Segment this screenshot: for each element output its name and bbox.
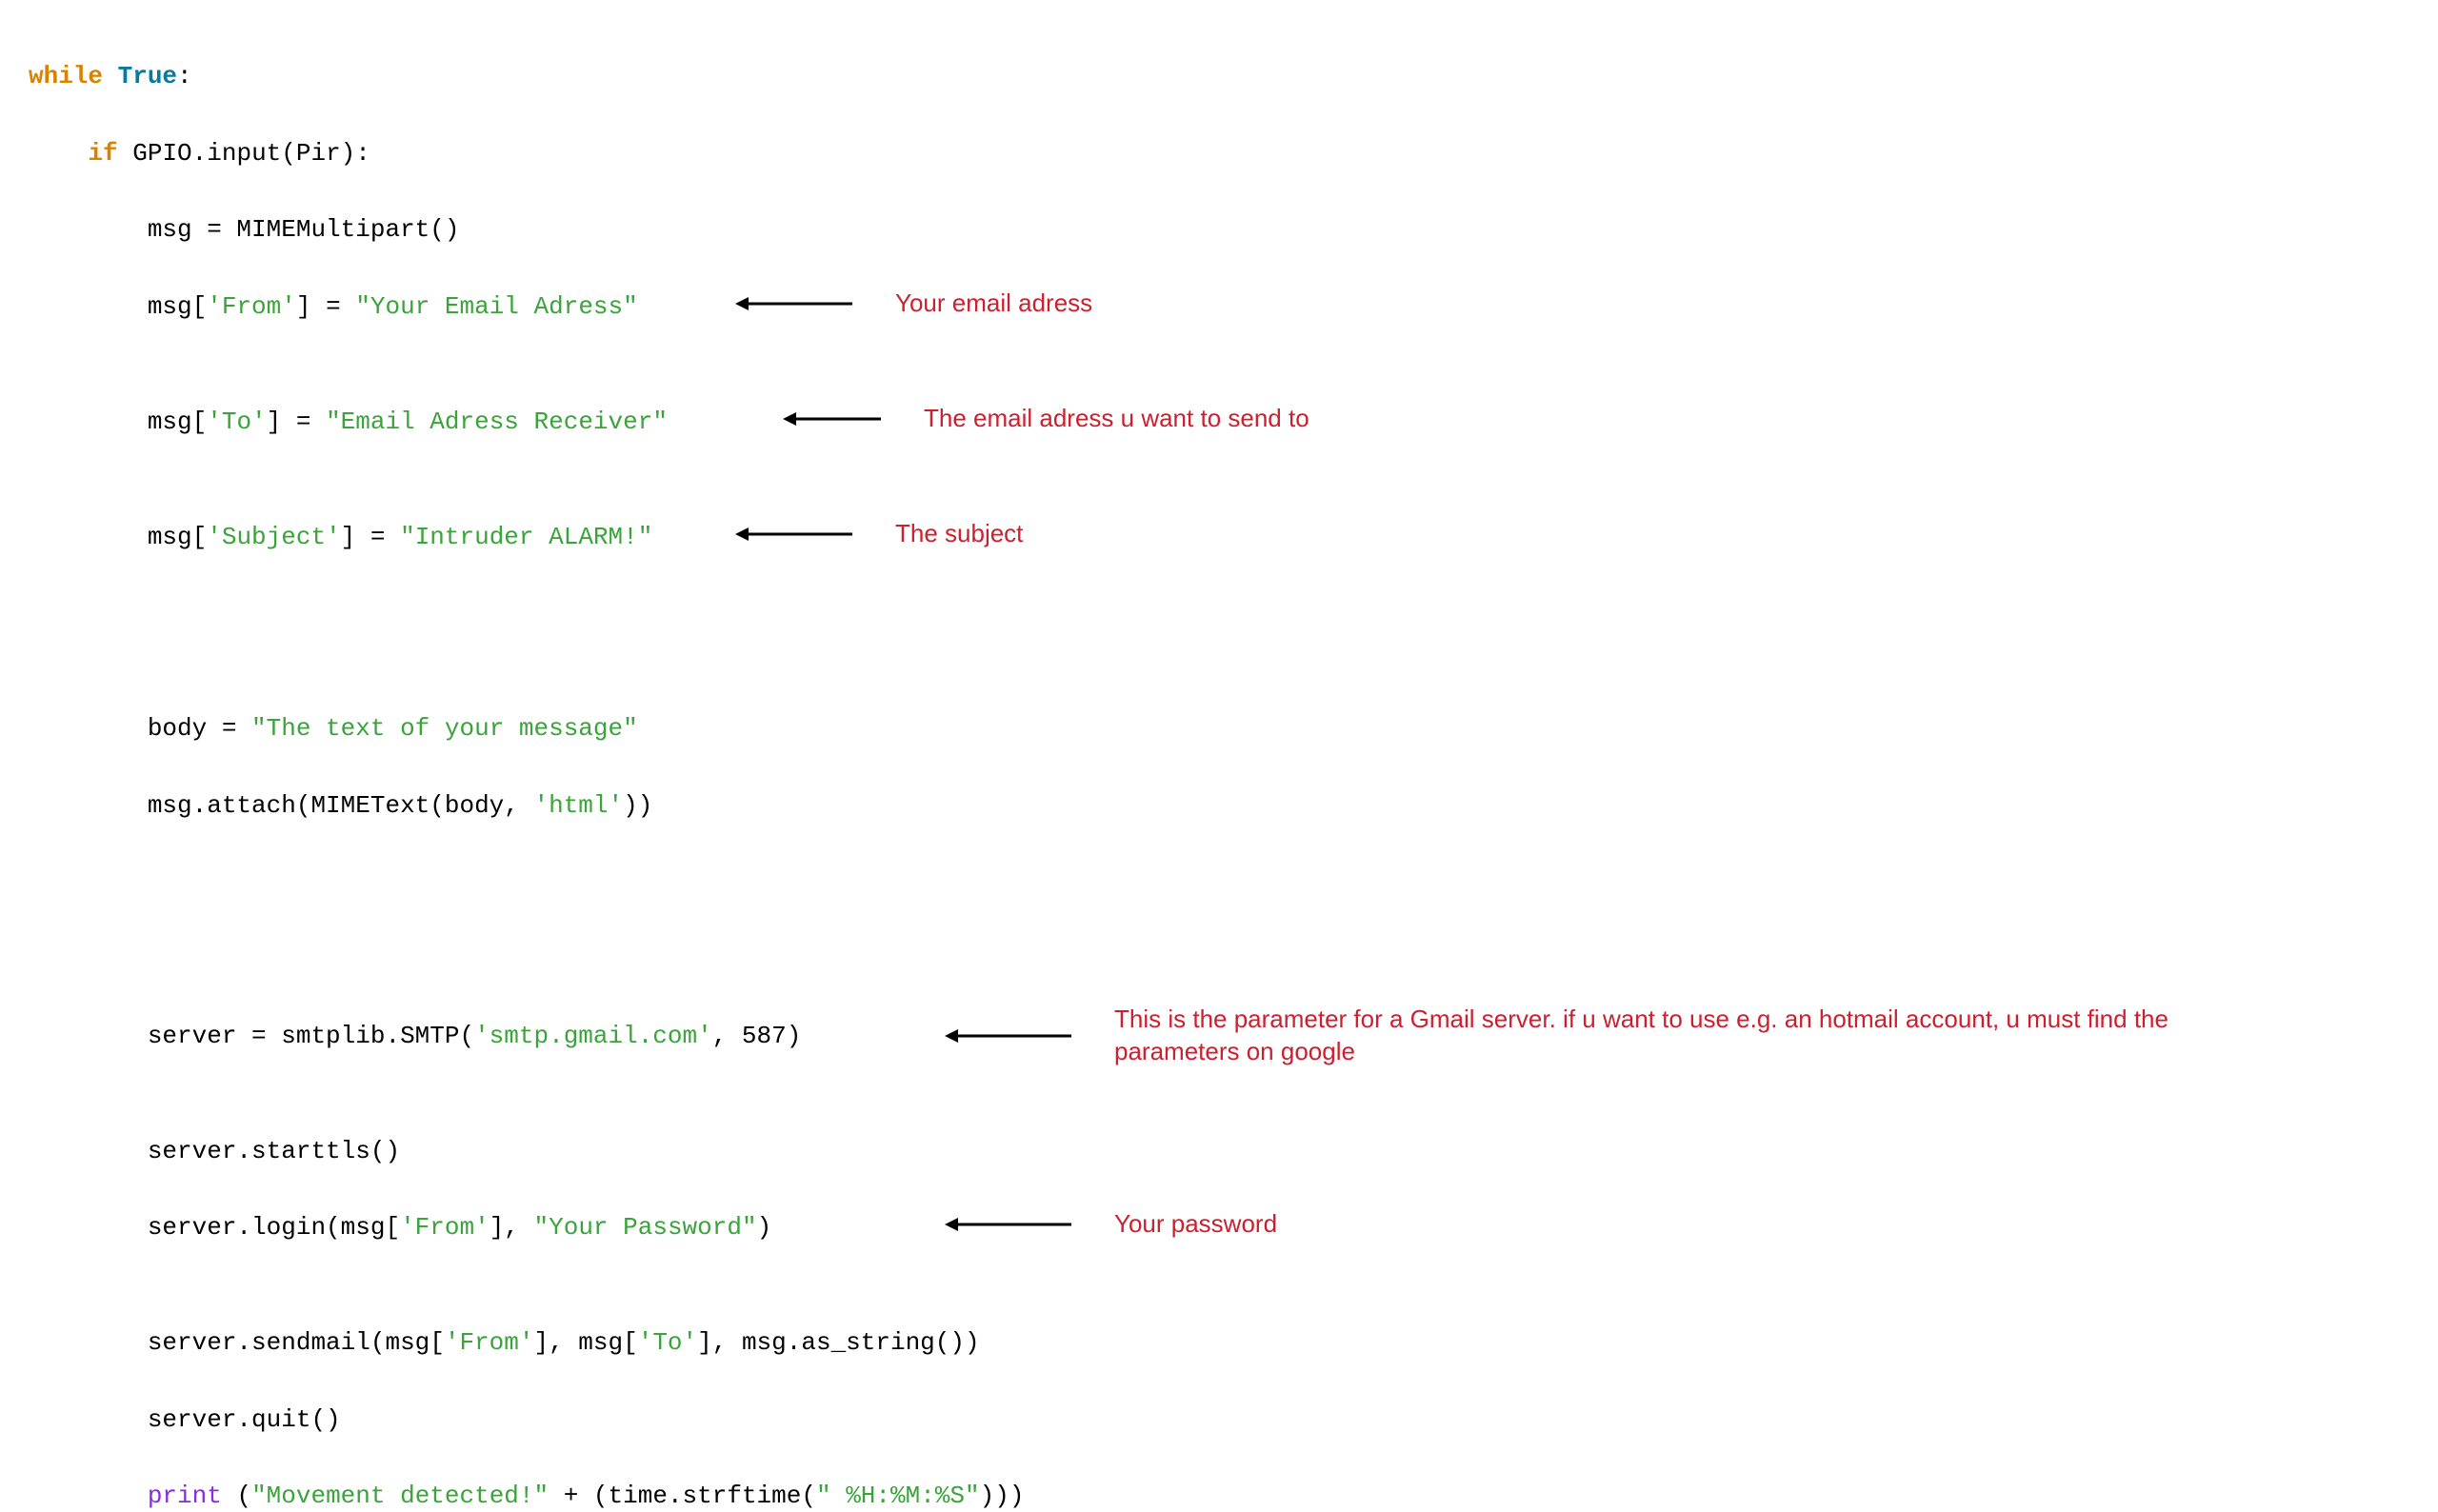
- code-line: server.quit(): [29, 1401, 2409, 1439]
- arrow-icon: [781, 408, 886, 430]
- code-line: msg['To'] = "Email Adress Receiver" The …: [29, 403, 2409, 480]
- code-block: while True: if GPIO.input(Pir): msg = MI…: [29, 19, 2409, 1512]
- annotation-label: The email adress u want to send to: [924, 403, 1309, 435]
- code-line: while True:: [29, 57, 2409, 95]
- code-line: msg['From'] = "Your Email Adress" Your e…: [29, 288, 2409, 365]
- annotation-label: Your email adress: [895, 288, 1092, 320]
- code-line: [29, 864, 2409, 902]
- annotation: Your email adress: [733, 288, 1092, 320]
- code-line: server = smtplib.SMTP('smtp.gmail.com', …: [29, 1017, 2409, 1094]
- string-receiver: "Email Adress Receiver": [326, 408, 668, 436]
- code-line: msg['Subject'] = "Intruder ALARM!" The s…: [29, 518, 2409, 595]
- string-password: "Your Password": [534, 1213, 757, 1242]
- code-line: server.login(msg['From'], "Your Password…: [29, 1208, 2409, 1285]
- arrow-icon: [943, 1213, 1076, 1236]
- arrow-icon: [733, 523, 857, 546]
- code-line: if GPIO.input(Pir):: [29, 134, 2409, 172]
- code-line: msg = MIMEMultipart(): [29, 210, 2409, 249]
- string-smtp: 'smtp.gmail.com': [474, 1022, 712, 1050]
- code-line: msg.attach(MIMEText(body, 'html')): [29, 786, 2409, 825]
- keyword-if: if: [88, 139, 117, 168]
- string-from2: 'From': [400, 1213, 490, 1242]
- arrow-icon: [943, 1025, 1076, 1047]
- code-line: body = "The text of your message": [29, 709, 2409, 747]
- string-to2: 'To': [638, 1328, 697, 1357]
- annotation-label: The subject: [895, 518, 1023, 550]
- code-line: server.starttls(): [29, 1132, 2409, 1170]
- code-line: [29, 940, 2409, 978]
- annotation: The subject: [733, 518, 1023, 550]
- literal-true: True: [118, 62, 177, 90]
- string-time-format: " %H:%M:%S": [816, 1482, 980, 1510]
- string-to: 'To': [207, 408, 266, 436]
- code-line: [29, 633, 2409, 671]
- arrow-icon: [733, 292, 857, 315]
- string-from: 'From': [207, 292, 296, 321]
- code-line: print ("Movement detected!" + (time.strf…: [29, 1477, 2409, 1512]
- string-movement: "Movement detected!": [251, 1482, 549, 1510]
- annotation-label: Your password: [1114, 1208, 1277, 1241]
- annotation: Your password: [943, 1208, 1277, 1241]
- string-html: 'html': [534, 791, 624, 820]
- string-subject: 'Subject': [207, 523, 340, 551]
- function-print: print: [148, 1482, 222, 1510]
- annotation: The email adress u want to send to: [781, 403, 1309, 435]
- string-intruder: "Intruder ALARM!": [400, 523, 652, 551]
- annotation: This is the parameter for a Gmail server…: [943, 1004, 2257, 1068]
- string-from3: 'From': [445, 1328, 534, 1357]
- string-body: "The text of your message": [251, 714, 638, 743]
- code-line: server.sendmail(msg['From'], msg['To'], …: [29, 1323, 2409, 1362]
- string-your-email: "Your Email Adress": [355, 292, 637, 321]
- keyword-while: while: [29, 62, 103, 90]
- annotation-label: This is the parameter for a Gmail server…: [1114, 1004, 2257, 1068]
